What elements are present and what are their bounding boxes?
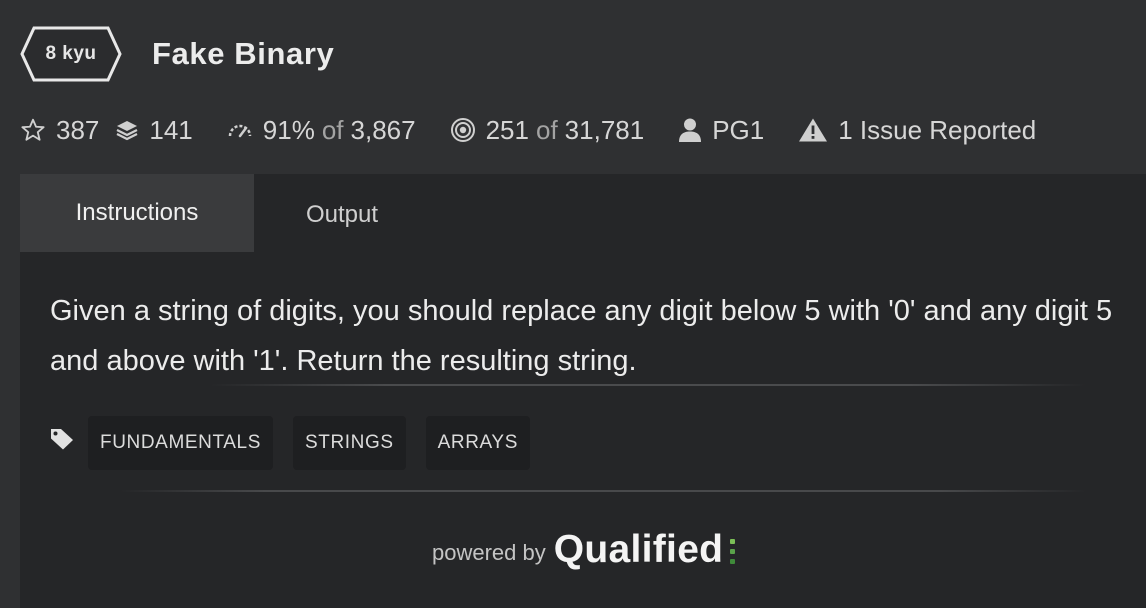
tab-bar: Instructions Output [20, 174, 430, 252]
divider [210, 384, 1086, 386]
tag-icon [50, 428, 88, 458]
author-stat[interactable]: PG1 [678, 115, 764, 146]
satisfaction-of-label: of [321, 114, 344, 145]
completed-count: 251 [485, 114, 529, 145]
tab-output[interactable]: Output [254, 174, 430, 252]
satisfaction-votes: 3,867 [350, 114, 416, 145]
tab-instructions[interactable]: Instructions [20, 174, 254, 252]
powered-by-label: powered by [432, 540, 546, 565]
kyu-rank-badge[interactable]: 8 kyu [20, 26, 122, 82]
completions-stat[interactable]: 251 of 31,781 [450, 114, 645, 146]
divider [120, 490, 1086, 492]
tag-arrays[interactable]: ARRAYS [425, 416, 530, 470]
kata-title: Fake Binary [152, 36, 335, 71]
powered-by-qualified[interactable]: powered by Qualified [432, 528, 736, 572]
kata-description: Given a string of digits, you should rep… [50, 295, 1113, 377]
kata-header: 8 kyu Fake Binary [20, 26, 334, 82]
issues-stat[interactable]: 1 Issue Reported [798, 115, 1036, 146]
completed-of-label: of [535, 114, 558, 145]
instructions-panel: Instructions Output Given a string of di… [20, 174, 1146, 608]
qualified-logo-dots-icon [730, 534, 736, 572]
kata-page: 8 kyu Fake Binary 387 141 91% of 3,867 2… [0, 0, 1146, 608]
issues-label: 1 Issue Reported [838, 114, 1037, 145]
star-icon [20, 117, 46, 143]
kyu-rank-label: 8 kyu [45, 43, 97, 64]
user-icon [678, 117, 702, 143]
author-name: PG1 [712, 114, 765, 145]
tag-list: FUNDAMENTALS STRINGS ARRAYS [50, 416, 550, 470]
target-icon [450, 117, 476, 143]
collections-stat[interactable]: 141 [115, 114, 193, 146]
warning-icon [798, 117, 828, 143]
tag-strings[interactable]: STRINGS [292, 416, 406, 470]
kata-stats: 387 141 91% of 3,867 251 of 31,781 PG1 1… [20, 112, 1036, 148]
collections-count: 141 [149, 114, 193, 145]
collections-icon [115, 118, 139, 142]
qualified-logo-text: Qualified [553, 528, 724, 571]
satisfaction-stat: 91% of 3,867 [227, 115, 416, 146]
completed-total: 31,781 [564, 114, 645, 145]
satisfaction-percent: 91% [262, 114, 315, 145]
satisfaction-gauge-icon [227, 119, 253, 141]
stars-stat[interactable]: 387 [20, 115, 99, 146]
tag-fundamentals[interactable]: FUNDAMENTALS [88, 416, 273, 470]
stars-count: 387 [56, 114, 100, 145]
